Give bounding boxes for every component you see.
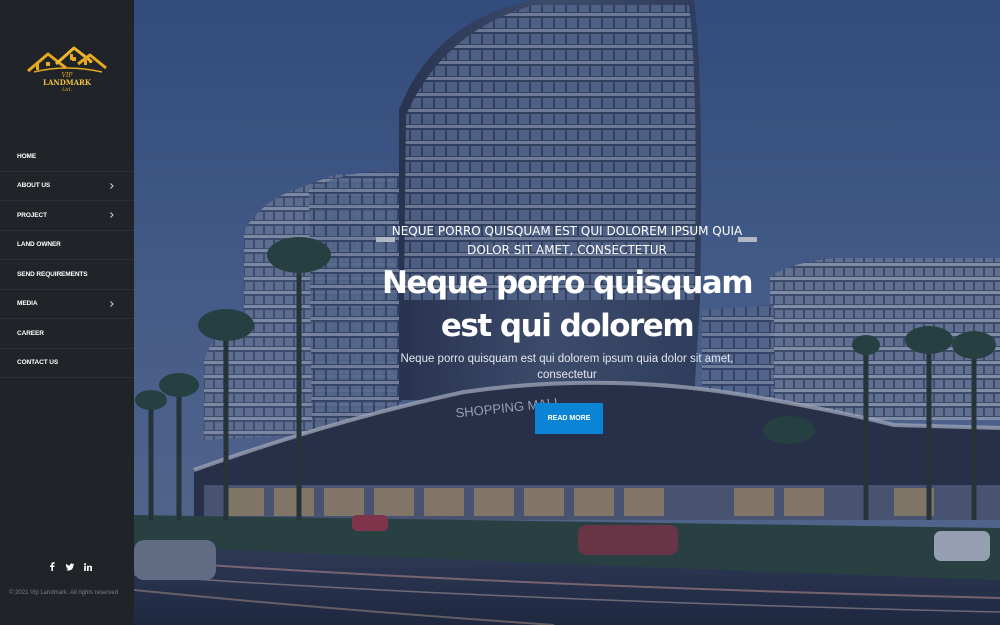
nav-item-career[interactable]: CAREER [0,319,134,349]
nav-item-media[interactable]: MEDIA [0,290,134,319]
nav-item-label: PROJECT [17,211,48,219]
nav-item-project[interactable]: PROJECT [0,201,134,231]
nav-item-label: CONTACT US [17,359,59,367]
copyright-text: © 2021 Vip Landmark. All rights reserved [9,590,119,596]
nav-item-home[interactable]: HOME [0,142,134,172]
brand-logo[interactable]: VIP LANDMARK Ltd. [26,44,108,94]
house-logo-icon: VIP LANDMARK Ltd. [27,46,107,93]
nav-item-label: SEND REQUIREMENTS [17,270,88,278]
nav-item-label: MEDIA [17,300,38,308]
facebook-icon[interactable] [48,562,56,571]
twitter-icon[interactable] [66,562,74,571]
hero-subtext: Neque porro quisquam est qui dolorem ips… [400,353,734,381]
hero-headline: Neque porro quisquam est qui dolorem [381,265,754,344]
sidebar: VIP LANDMARK Ltd. HOME ABOUT US PROJECT … [0,0,134,625]
chevron-right-icon [110,212,114,219]
nav-item-send-requirements[interactable]: SEND REQUIREMENTS [0,260,134,290]
read-more-button[interactable]: READ MORE [535,403,603,434]
hero-eyebrow: NEQUE PORRO QUISQUAM EST QUI DOLOREM IPS… [391,224,743,257]
chevron-right-icon [110,182,114,189]
svg-text:LANDMARK: LANDMARK [43,78,92,87]
chevron-right-icon [110,300,114,307]
social-links [48,562,92,571]
nav-item-label: HOME [17,152,37,160]
nav-item-about-us[interactable]: ABOUT US [0,172,134,201]
linkedin-icon[interactable] [84,562,92,571]
nav-item-land-owner[interactable]: LAND OWNER [0,231,134,260]
nav-item-label: LAND OWNER [17,241,61,249]
hero-slider: SHOPPING MALL NEQUE PORRO QUISQUAM EST Q… [134,0,1000,625]
sidebar-nav: HOME ABOUT US PROJECT LAND OWNER SEND RE… [0,142,134,378]
nav-item-label: ABOUT US [17,182,51,190]
svg-text:Ltd.: Ltd. [61,87,73,93]
nav-item-contact-us[interactable]: CONTACT US [0,349,134,378]
nav-item-label: CAREER [17,329,44,337]
hero-content: NEQUE PORRO QUISQUAM EST QUI DOLOREM IPS… [134,0,1000,625]
